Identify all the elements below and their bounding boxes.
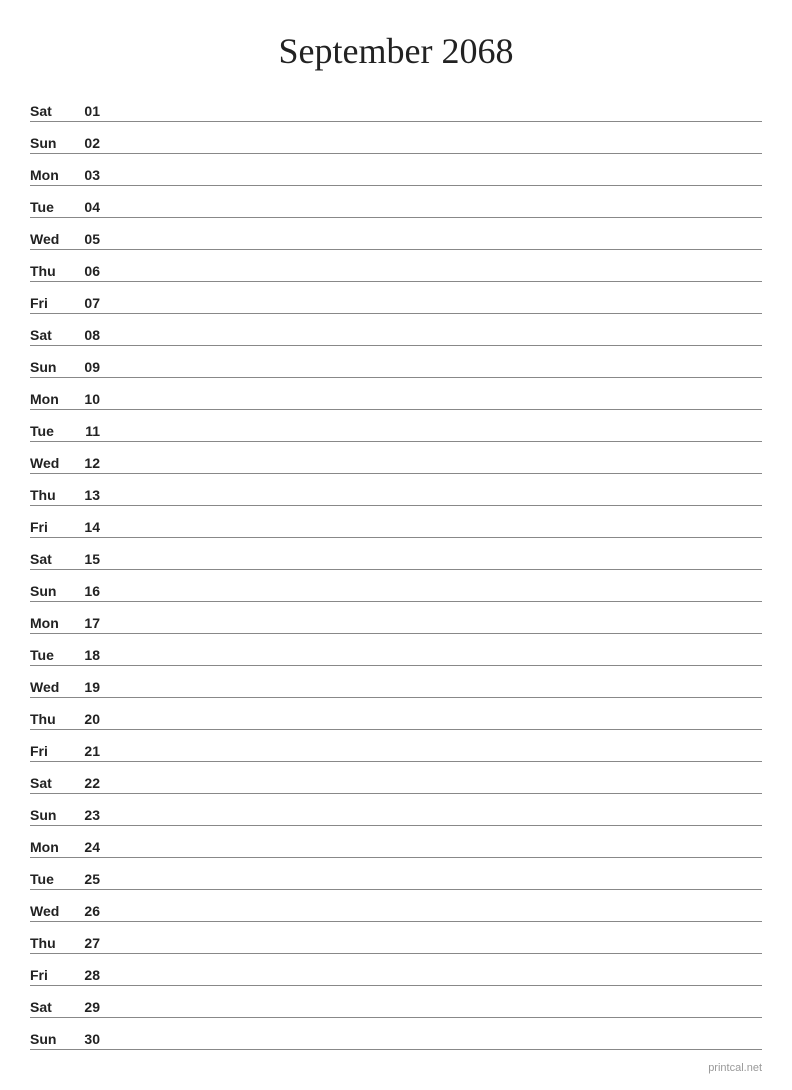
day-name: Sun [30, 807, 72, 823]
day-number: 27 [72, 935, 100, 951]
day-number: 18 [72, 647, 100, 663]
calendar-row: Mon24 [30, 826, 762, 858]
calendar-rows: Sat01Sun02Mon03Tue04Wed05Thu06Fri07Sat08… [30, 90, 762, 1050]
day-number: 22 [72, 775, 100, 791]
day-name: Tue [30, 423, 72, 439]
day-name: Thu [30, 263, 72, 279]
day-number: 17 [72, 615, 100, 631]
day-number: 05 [72, 231, 100, 247]
day-number: 13 [72, 487, 100, 503]
day-number: 11 [72, 423, 100, 439]
page: September 2068 Sat01Sun02Mon03Tue04Wed05… [0, 0, 792, 1090]
calendar-row: Sun16 [30, 570, 762, 602]
calendar-row: Sat22 [30, 762, 762, 794]
day-name: Thu [30, 711, 72, 727]
day-number: 12 [72, 455, 100, 471]
day-name: Wed [30, 903, 72, 919]
page-title: September 2068 [30, 30, 762, 72]
calendar-row: Sun02 [30, 122, 762, 154]
calendar-row: Fri14 [30, 506, 762, 538]
calendar-row: Thu06 [30, 250, 762, 282]
day-name: Sun [30, 359, 72, 375]
calendar-row: Fri28 [30, 954, 762, 986]
calendar-row: Tue18 [30, 634, 762, 666]
day-number: 01 [72, 103, 100, 119]
day-name: Tue [30, 647, 72, 663]
day-name: Tue [30, 199, 72, 215]
day-number: 26 [72, 903, 100, 919]
day-number: 09 [72, 359, 100, 375]
calendar-row: Wed05 [30, 218, 762, 250]
day-name: Sat [30, 999, 72, 1015]
day-name: Wed [30, 231, 72, 247]
calendar-row: Wed12 [30, 442, 762, 474]
day-number: 24 [72, 839, 100, 855]
day-name: Mon [30, 391, 72, 407]
day-number: 15 [72, 551, 100, 567]
calendar-row: Fri21 [30, 730, 762, 762]
day-name: Thu [30, 487, 72, 503]
day-name: Fri [30, 519, 72, 535]
day-number: 03 [72, 167, 100, 183]
calendar-row: Mon17 [30, 602, 762, 634]
day-name: Tue [30, 871, 72, 887]
calendar-row: Mon03 [30, 154, 762, 186]
calendar-row: Sun09 [30, 346, 762, 378]
calendar-row: Fri07 [30, 282, 762, 314]
day-number: 07 [72, 295, 100, 311]
calendar-row: Sat29 [30, 986, 762, 1018]
day-name: Sat [30, 103, 72, 119]
day-number: 28 [72, 967, 100, 983]
day-name: Sun [30, 135, 72, 151]
day-number: 20 [72, 711, 100, 727]
day-name: Sun [30, 1031, 72, 1047]
calendar-row: Tue25 [30, 858, 762, 890]
day-number: 21 [72, 743, 100, 759]
calendar-row: Thu13 [30, 474, 762, 506]
calendar-row: Sat15 [30, 538, 762, 570]
calendar-row: Wed26 [30, 890, 762, 922]
watermark: printcal.net [708, 1062, 762, 1074]
day-name: Wed [30, 679, 72, 695]
day-name: Sat [30, 327, 72, 343]
calendar-row: Tue04 [30, 186, 762, 218]
calendar-row: Mon10 [30, 378, 762, 410]
calendar-row: Sun30 [30, 1018, 762, 1050]
day-name: Wed [30, 455, 72, 471]
day-name: Sat [30, 551, 72, 567]
day-name: Mon [30, 839, 72, 855]
calendar-row: Sat01 [30, 90, 762, 122]
day-name: Mon [30, 615, 72, 631]
day-number: 25 [72, 871, 100, 887]
day-name: Mon [30, 167, 72, 183]
day-name: Thu [30, 935, 72, 951]
day-name: Fri [30, 743, 72, 759]
day-number: 08 [72, 327, 100, 343]
day-number: 29 [72, 999, 100, 1015]
day-number: 06 [72, 263, 100, 279]
calendar-row: Thu27 [30, 922, 762, 954]
day-name: Fri [30, 967, 72, 983]
day-number: 14 [72, 519, 100, 535]
day-number: 04 [72, 199, 100, 215]
day-name: Fri [30, 295, 72, 311]
calendar-row: Tue11 [30, 410, 762, 442]
day-name: Sat [30, 775, 72, 791]
day-number: 02 [72, 135, 100, 151]
day-name: Sun [30, 583, 72, 599]
day-number: 19 [72, 679, 100, 695]
day-number: 10 [72, 391, 100, 407]
calendar-row: Thu20 [30, 698, 762, 730]
day-number: 16 [72, 583, 100, 599]
calendar-row: Sat08 [30, 314, 762, 346]
day-number: 30 [72, 1031, 100, 1047]
day-number: 23 [72, 807, 100, 823]
calendar-row: Wed19 [30, 666, 762, 698]
calendar-row: Sun23 [30, 794, 762, 826]
